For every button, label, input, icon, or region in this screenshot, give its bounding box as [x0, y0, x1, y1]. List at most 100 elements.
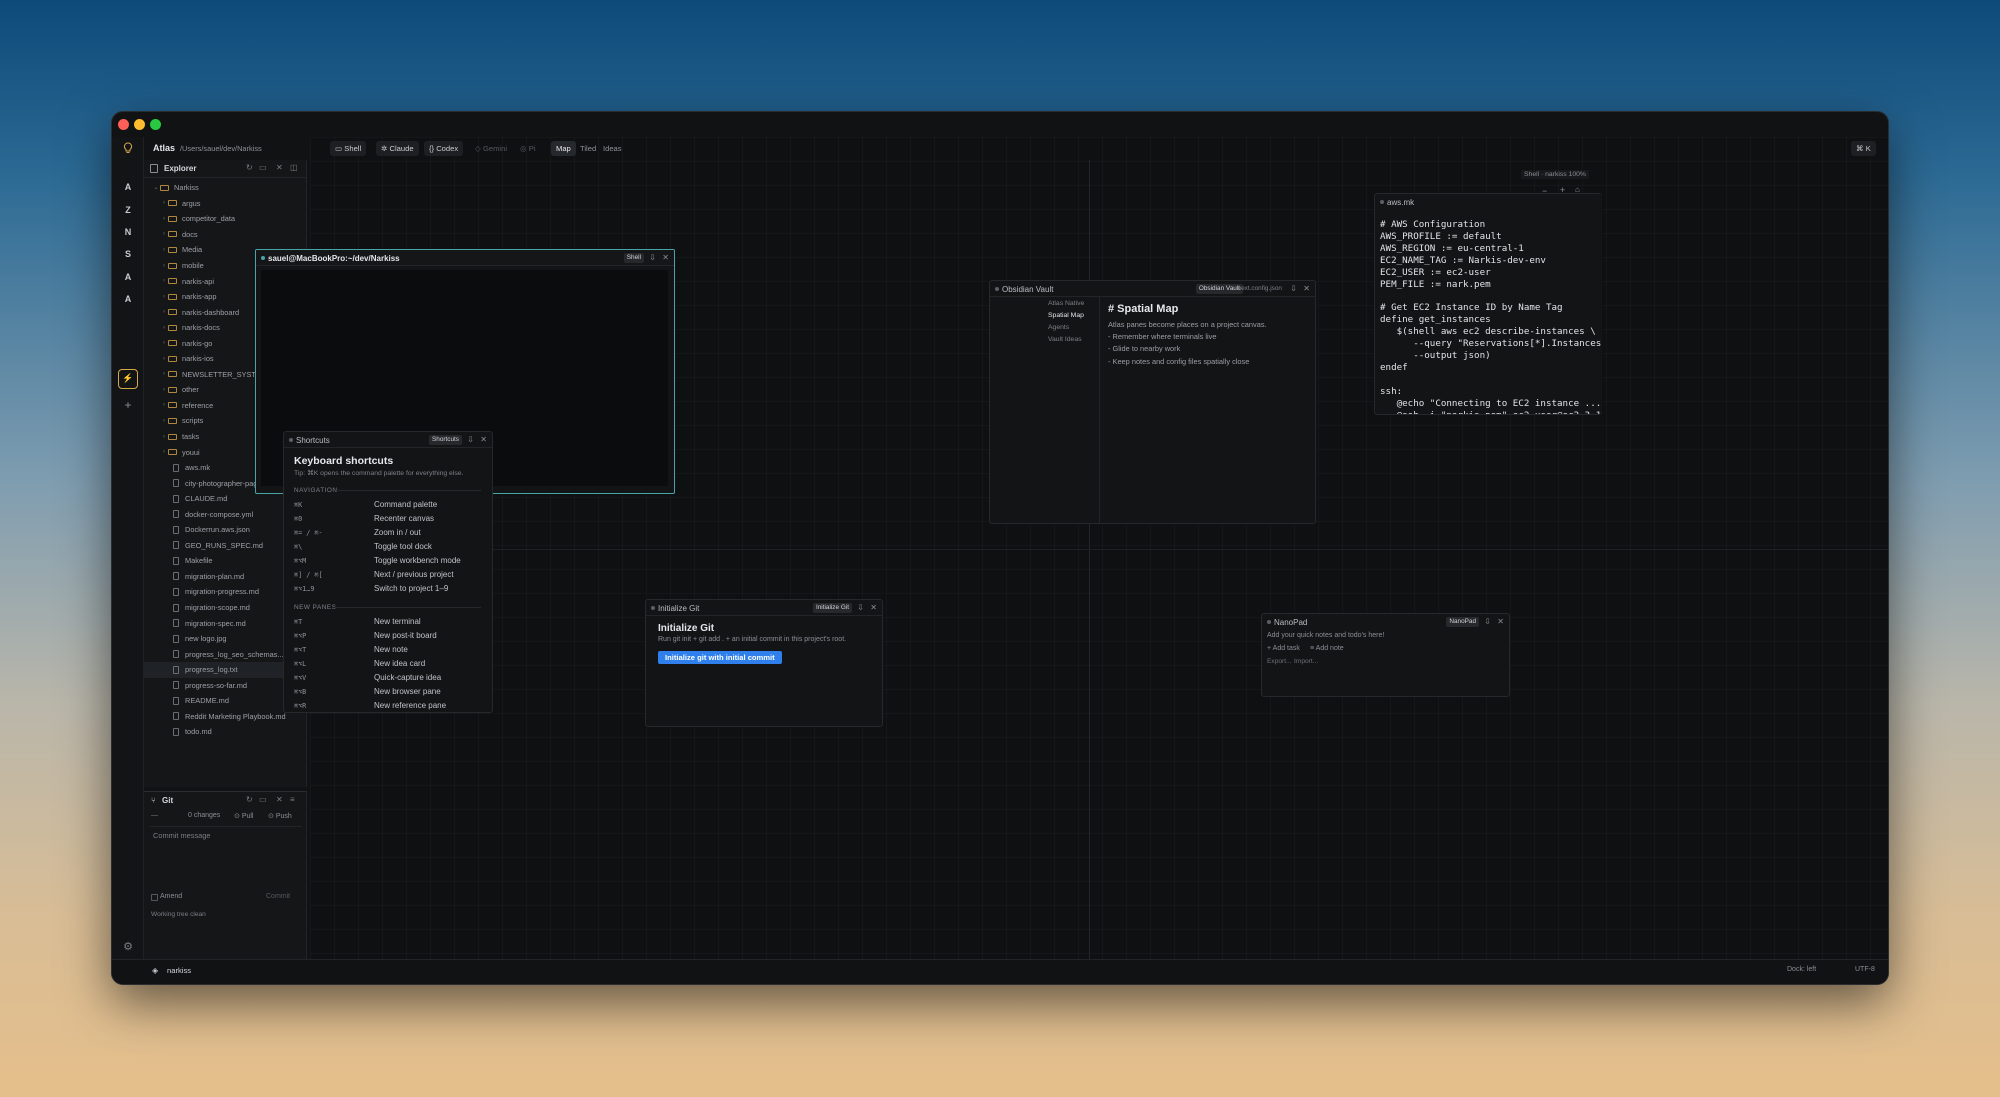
commit-message-input[interactable]: Commit message [149, 826, 302, 882]
amend-label: Amend [160, 893, 183, 900]
sidebar-toggle-icon[interactable]: ◫ [290, 163, 298, 172]
file-icon [173, 587, 179, 596]
vault-nav-item[interactable]: Agents [1048, 324, 1069, 331]
add-task-label: Add task [1272, 645, 1300, 652]
close-icon[interactable]: ✕ [662, 253, 669, 262]
view-ideas[interactable]: Ideas [598, 141, 627, 156]
import-link[interactable]: Import... [1294, 658, 1318, 665]
chevron-right-icon: › [163, 402, 165, 409]
project-active-icon[interactable]: ⚡ [118, 369, 138, 389]
vault-nav-item[interactable]: Vault Ideas [1048, 336, 1082, 343]
add-task-button[interactable]: + Add task [1267, 645, 1300, 652]
git-dash: — [151, 812, 158, 819]
note-line: - Keep notes and config files spatially … [1108, 356, 1250, 366]
tree-folder[interactable]: › competitor_data [144, 211, 307, 227]
vault-nav-item[interactable]: Spatial Map [1048, 312, 1084, 319]
changes-count: 0 changes [188, 812, 221, 819]
tab-codex[interactable]: {} Codex [424, 141, 464, 156]
pin-icon[interactable]: ⇩ [857, 603, 864, 612]
close-icon[interactable]: ✕ [1303, 284, 1310, 293]
tab-shell[interactable]: ▭ Shell [330, 141, 367, 156]
vault-title: Obsidian Vault [1002, 285, 1054, 294]
pin-icon[interactable]: ⇩ [1290, 284, 1297, 293]
zoom-window-button[interactable] [150, 119, 161, 130]
nanopad-input[interactable]: Add your quick notes and todo's here! [1267, 632, 1384, 639]
branch-icon[interactable]: ▭ [259, 795, 267, 804]
export-link[interactable]: Export... [1267, 658, 1292, 665]
file-icon [173, 603, 179, 612]
close-icon[interactable]: ✕ [276, 795, 283, 804]
dock-position[interactable]: Dock: left [1787, 966, 1816, 973]
tree-folder-label: argus [182, 198, 201, 208]
tree-file-label: progress-so-far.md [185, 680, 248, 690]
settings-gear-icon[interactable]: ⚙ [118, 937, 138, 957]
close-icon[interactable]: ✕ [276, 163, 283, 172]
shortcuts-heading: Keyboard shortcuts [294, 455, 394, 467]
canvas-guide-horizontal [310, 549, 1888, 550]
chevron-right-icon: › [163, 278, 165, 285]
commit-button[interactable]: Commit [266, 893, 290, 900]
status-dot [1380, 200, 1384, 204]
file-icon [173, 479, 179, 488]
tree-folder[interactable]: › docs [144, 227, 307, 243]
tab-gemini[interactable]: ◇ Gemini [470, 141, 512, 156]
pin-icon[interactable]: ⇩ [649, 253, 656, 262]
nanopad-title: NanoPad [1274, 618, 1308, 627]
tab-codex-label: Codex [436, 144, 459, 153]
status-dot [651, 606, 655, 610]
pin-icon[interactable]: ⇩ [1484, 617, 1491, 626]
obsidian-vault-pane[interactable]: Obsidian Vault Obsidian Vault next.confi… [989, 280, 1316, 524]
pin-icon[interactable]: ⇩ [467, 435, 474, 444]
folder-icon [168, 246, 177, 253]
explorer-title: Explorer [164, 164, 197, 173]
view-map[interactable]: Map [551, 141, 576, 156]
new-panes-label: NEW PANES [294, 604, 337, 611]
project-rail-item[interactable]: Z [118, 200, 138, 220]
file-icon [173, 712, 179, 721]
tab-claude[interactable]: ✲ Claude [376, 141, 419, 156]
project-rail-item[interactable]: A [118, 177, 138, 197]
minimize-window-button[interactable] [134, 119, 145, 130]
refresh-icon[interactable]: ↻ [246, 795, 253, 804]
aws-mk-pane[interactable]: aws.mk # AWS Configuration AWS_PROFILE :… [1374, 193, 1602, 415]
nanopad-pane[interactable]: NanoPad NanoPad ⇩ ✕ Add your quick notes… [1261, 613, 1510, 697]
command-palette-shortcut[interactable]: ⌘ K [1851, 141, 1876, 156]
tab-pi[interactable]: ◎ Pi [515, 141, 541, 156]
amend-checkbox[interactable] [151, 894, 158, 901]
project-rail-item[interactable]: A [118, 289, 138, 309]
push-button[interactable]: ⊙ Push [268, 812, 292, 820]
shortcut-key: ⌘⌥T [294, 646, 307, 654]
file-icon [173, 634, 179, 643]
initialize-git-button[interactable]: Initialize git with initial commit [658, 651, 782, 664]
shortcut-action: Toggle workbench mode [374, 556, 461, 565]
initialize-git-title: Initialize Git [658, 604, 700, 613]
tree-file[interactable]: todo.md [144, 724, 307, 740]
shortcut-key: ⌘T [294, 618, 303, 626]
push-label: Push [275, 813, 292, 820]
initialize-git-pane[interactable]: Initialize Git Initialize Git ⇩ ✕ Initia… [645, 599, 883, 727]
new-folder-icon[interactable]: ▭ [259, 163, 267, 172]
current-project[interactable]: narkiss [167, 966, 191, 975]
close-icon[interactable]: ✕ [480, 435, 487, 444]
code-content[interactable]: # AWS Configuration AWS_PROFILE := defau… [1380, 219, 1602, 414]
tree-folder[interactable]: ⌄ Narkiss [144, 180, 307, 196]
vault-nav-item[interactable]: Atlas Native [1048, 300, 1084, 307]
navigation-label: NAVIGATION [294, 487, 338, 494]
shortcuts-pane[interactable]: Shortcuts Shortcuts ⇩ ✕ Keyboard shortcu… [283, 431, 493, 713]
pull-button[interactable]: ⊙ Pull [234, 812, 254, 820]
add-note-button[interactable]: ≡ Add note [1310, 645, 1344, 652]
close-window-button[interactable] [118, 119, 129, 130]
project-rail-item[interactable]: S [118, 244, 138, 264]
project-rail-item[interactable]: N [118, 222, 138, 242]
refresh-icon[interactable]: ↻ [246, 163, 253, 172]
chevron-right-icon: › [163, 309, 165, 316]
add-project-button[interactable]: + [118, 395, 138, 415]
lightbulb-icon[interactable] [118, 141, 138, 161]
project-rail-item[interactable]: A [118, 267, 138, 287]
close-icon[interactable]: ✕ [1497, 617, 1504, 626]
menu-icon[interactable]: ≡ [290, 795, 295, 804]
section-divider [334, 607, 481, 608]
chevron-down-icon: ⌄ [153, 185, 159, 192]
close-icon[interactable]: ✕ [870, 603, 877, 612]
tree-folder[interactable]: › argus [144, 196, 307, 212]
